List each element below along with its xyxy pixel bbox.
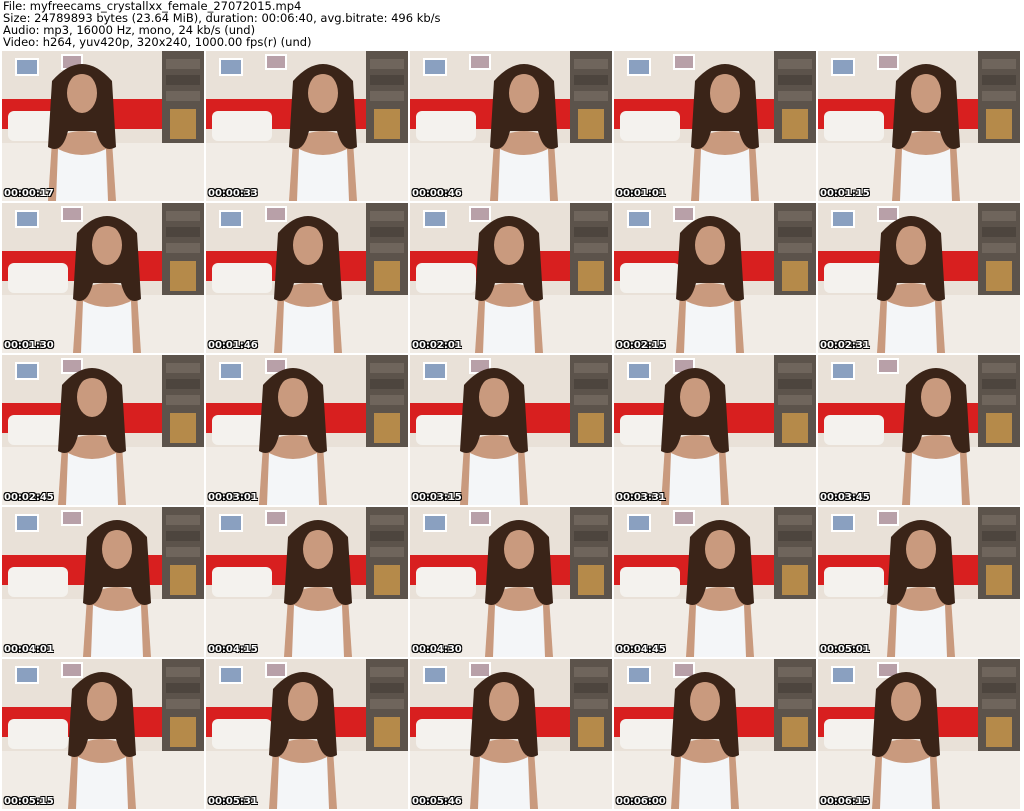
video-frame-image	[614, 507, 816, 657]
video-frame-image	[818, 355, 1020, 505]
thumbnail-timestamp: 00:00:33	[208, 188, 258, 199]
thumbnail-timestamp: 00:02:45	[4, 492, 54, 503]
thumbnail-grid: 00:00:17 00:00:33 00:00:46 00:01:01 00:01:15…	[2, 51, 1022, 811]
video-thumbnail: 00:00:17	[2, 51, 204, 201]
thumbnail-timestamp: 00:03:31	[616, 492, 666, 503]
video-frame-image	[410, 203, 612, 353]
thumbnail-timestamp: 00:03:01	[208, 492, 258, 503]
video-thumbnail: 00:04:01	[2, 507, 204, 657]
video-thumbnail: 00:01:15	[818, 51, 1020, 201]
thumbnail-timestamp: 00:05:31	[208, 796, 258, 807]
video-frame-image	[206, 51, 408, 201]
video-thumbnail: 00:03:01	[206, 355, 408, 505]
video-frame-image	[614, 355, 816, 505]
thumbnail-timestamp: 00:04:01	[4, 644, 54, 655]
video-thumbnail: 00:03:15	[410, 355, 612, 505]
thumbnail-timestamp: 00:04:45	[616, 644, 666, 655]
thumbnail-timestamp: 00:02:31	[820, 340, 870, 351]
thumbnail-timestamp: 00:02:15	[616, 340, 666, 351]
video-thumbnail: 00:02:31	[818, 203, 1020, 353]
thumbnail-timestamp: 00:05:15	[4, 796, 54, 807]
video-thumbnail: 00:01:46	[206, 203, 408, 353]
video-thumbnail: 00:04:45	[614, 507, 816, 657]
video-frame-image	[410, 659, 612, 809]
video-thumbnail: 00:02:45	[2, 355, 204, 505]
video-thumbnail: 00:04:15	[206, 507, 408, 657]
video-thumbnail: 00:05:01	[818, 507, 1020, 657]
video-thumbnail: 00:06:00	[614, 659, 816, 809]
thumbnail-timestamp: 00:06:00	[616, 796, 666, 807]
thumbnail-timestamp: 00:05:01	[820, 644, 870, 655]
video-frame-image	[614, 659, 816, 809]
video-thumbnail: 00:03:45	[818, 355, 1020, 505]
thumbnail-timestamp: 00:01:01	[616, 188, 666, 199]
video-frame-image	[410, 51, 612, 201]
video-frame-image	[614, 203, 816, 353]
file-info-header: File: myfreecams_crystallxx_female_27072…	[3, 0, 1021, 48]
video-thumbnail: 00:06:15	[818, 659, 1020, 809]
video-thumbnail: 00:01:30	[2, 203, 204, 353]
video-thumbnail: 00:05:46	[410, 659, 612, 809]
thumbnail-timestamp: 00:03:15	[412, 492, 462, 503]
video-frame-image	[410, 507, 612, 657]
video-frame-image	[206, 507, 408, 657]
video-thumbnail: 00:02:01	[410, 203, 612, 353]
video-frame-image	[614, 51, 816, 201]
thumbnail-timestamp: 00:00:46	[412, 188, 462, 199]
video-frame-image	[2, 51, 204, 201]
video-frame-image	[818, 51, 1020, 201]
video-thumbnail: 00:05:31	[206, 659, 408, 809]
thumbnail-timestamp: 00:05:46	[412, 796, 462, 807]
video-frame-image	[2, 203, 204, 353]
thumbnail-timestamp: 00:01:46	[208, 340, 258, 351]
video-frame-image	[818, 659, 1020, 809]
thumbnail-timestamp: 00:00:17	[4, 188, 54, 199]
video-frame-image	[818, 203, 1020, 353]
thumbnail-timestamp: 00:01:30	[4, 340, 54, 351]
video-thumbnail: 00:00:46	[410, 51, 612, 201]
video-frame-image	[206, 659, 408, 809]
video-frame-image	[2, 355, 204, 505]
video-thumbnail: 00:03:31	[614, 355, 816, 505]
video-frame-image	[2, 659, 204, 809]
thumbnail-timestamp: 00:01:15	[820, 188, 870, 199]
video-frame-image	[206, 203, 408, 353]
thumbnail-timestamp: 00:06:15	[820, 796, 870, 807]
video-frame-image	[206, 355, 408, 505]
thumbnail-timestamp: 00:04:30	[412, 644, 462, 655]
video-thumbnail: 00:00:33	[206, 51, 408, 201]
thumbnail-timestamp: 00:04:15	[208, 644, 258, 655]
video-thumbnail: 00:04:30	[410, 507, 612, 657]
video-thumbnail: 00:01:01	[614, 51, 816, 201]
thumbnail-timestamp: 00:02:01	[412, 340, 462, 351]
video-info-line: Video: h264, yuv420p, 320x240, 1000.00 f…	[3, 35, 312, 49]
video-frame-image	[2, 507, 204, 657]
video-thumbnail: 00:05:15	[2, 659, 204, 809]
video-frame-image	[410, 355, 612, 505]
thumbnail-timestamp: 00:03:45	[820, 492, 870, 503]
video-thumbnail: 00:02:15	[614, 203, 816, 353]
video-frame-image	[818, 507, 1020, 657]
